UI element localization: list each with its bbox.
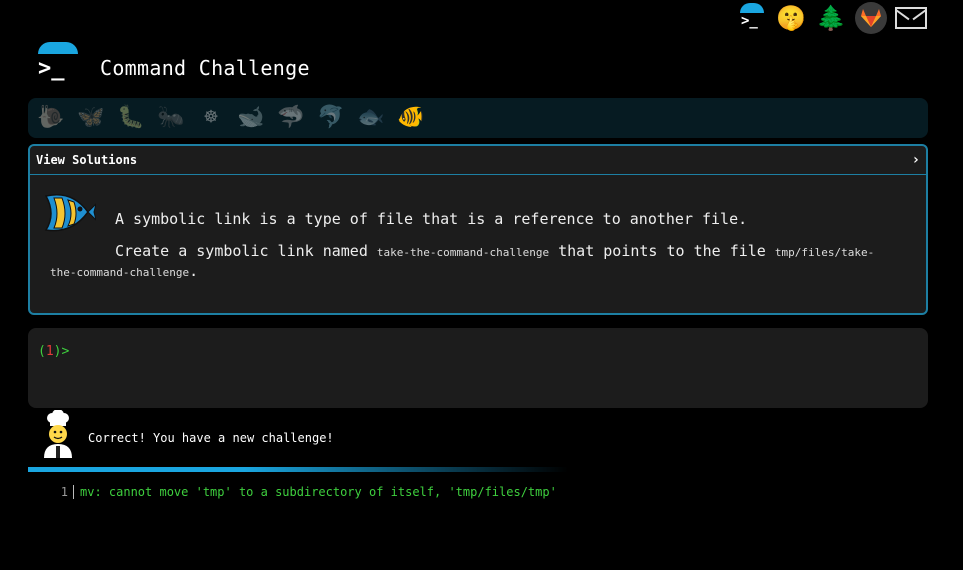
challenge-description-task: Create a symbolic link named take-the-co… [50,242,875,280]
level-wheel-icon[interactable]: ☸ [194,101,228,135]
mail-link[interactable] [895,2,927,34]
logo-cap [38,42,78,54]
output-line-number: 1 [60,485,74,499]
view-solutions-label: View Solutions [36,153,138,167]
terminal-input[interactable]: (1)> [28,328,928,408]
level-butterfly-icon[interactable]: 🦋 [74,101,108,135]
output-line-text: mv: cannot move 'tmp' to a subdirectory … [80,485,557,499]
level-fish-icon[interactable]: 🐟 [354,101,388,135]
progress-divider [28,467,568,472]
level-ant-icon[interactable]: 🐜 [154,101,188,135]
chef-icon [44,410,72,458]
chevron-right-icon: › [911,152,920,168]
command-output: 1 mv: cannot move 'tmp' to a subdirector… [60,485,557,499]
terminal-prompt: (1)> [38,344,70,359]
page-title: Command Challenge [100,56,310,80]
shushing-face-icon[interactable]: 🤫 [775,2,807,34]
level-bar: 🐌 🦋 🐛 🐜 ☸ 🐋 🦈 🐬 🐟 🐠 [28,98,928,138]
evergreen-tree-icon[interactable]: 🌲 [815,2,847,34]
feedback-message: Correct! You have a new challenge! [88,431,334,445]
level-dolphin-icon[interactable]: 🐬 [314,101,348,135]
level-caterpillar-icon[interactable]: 🐛 [114,101,148,135]
challenge-panel: View Solutions › A symbolic link is a ty… [28,144,928,315]
challenge-description-intro: A symbolic link is a type of file that i… [115,210,748,228]
tropical-fish-icon [44,194,96,232]
level-snail-icon[interactable]: 🐌 [34,101,68,135]
envelope-icon [895,7,927,29]
gitlab-icon[interactable] [855,2,887,34]
command-challenge-logo-icon[interactable]: >_ [737,3,767,33]
link-name-code: take-the-command-challenge [376,246,550,259]
level-shark-icon[interactable]: 🦈 [274,101,308,135]
level-whale-icon[interactable]: 🐋 [234,101,268,135]
terminal-prompt-icon: >_ [38,56,65,81]
app-logo[interactable]: >_ [34,42,82,84]
view-solutions-toggle[interactable]: View Solutions › [30,146,926,175]
top-nav-icons: >_ 🤫 🌲 [737,2,927,34]
level-tropical-fish-icon[interactable]: 🐠 [394,101,428,135]
